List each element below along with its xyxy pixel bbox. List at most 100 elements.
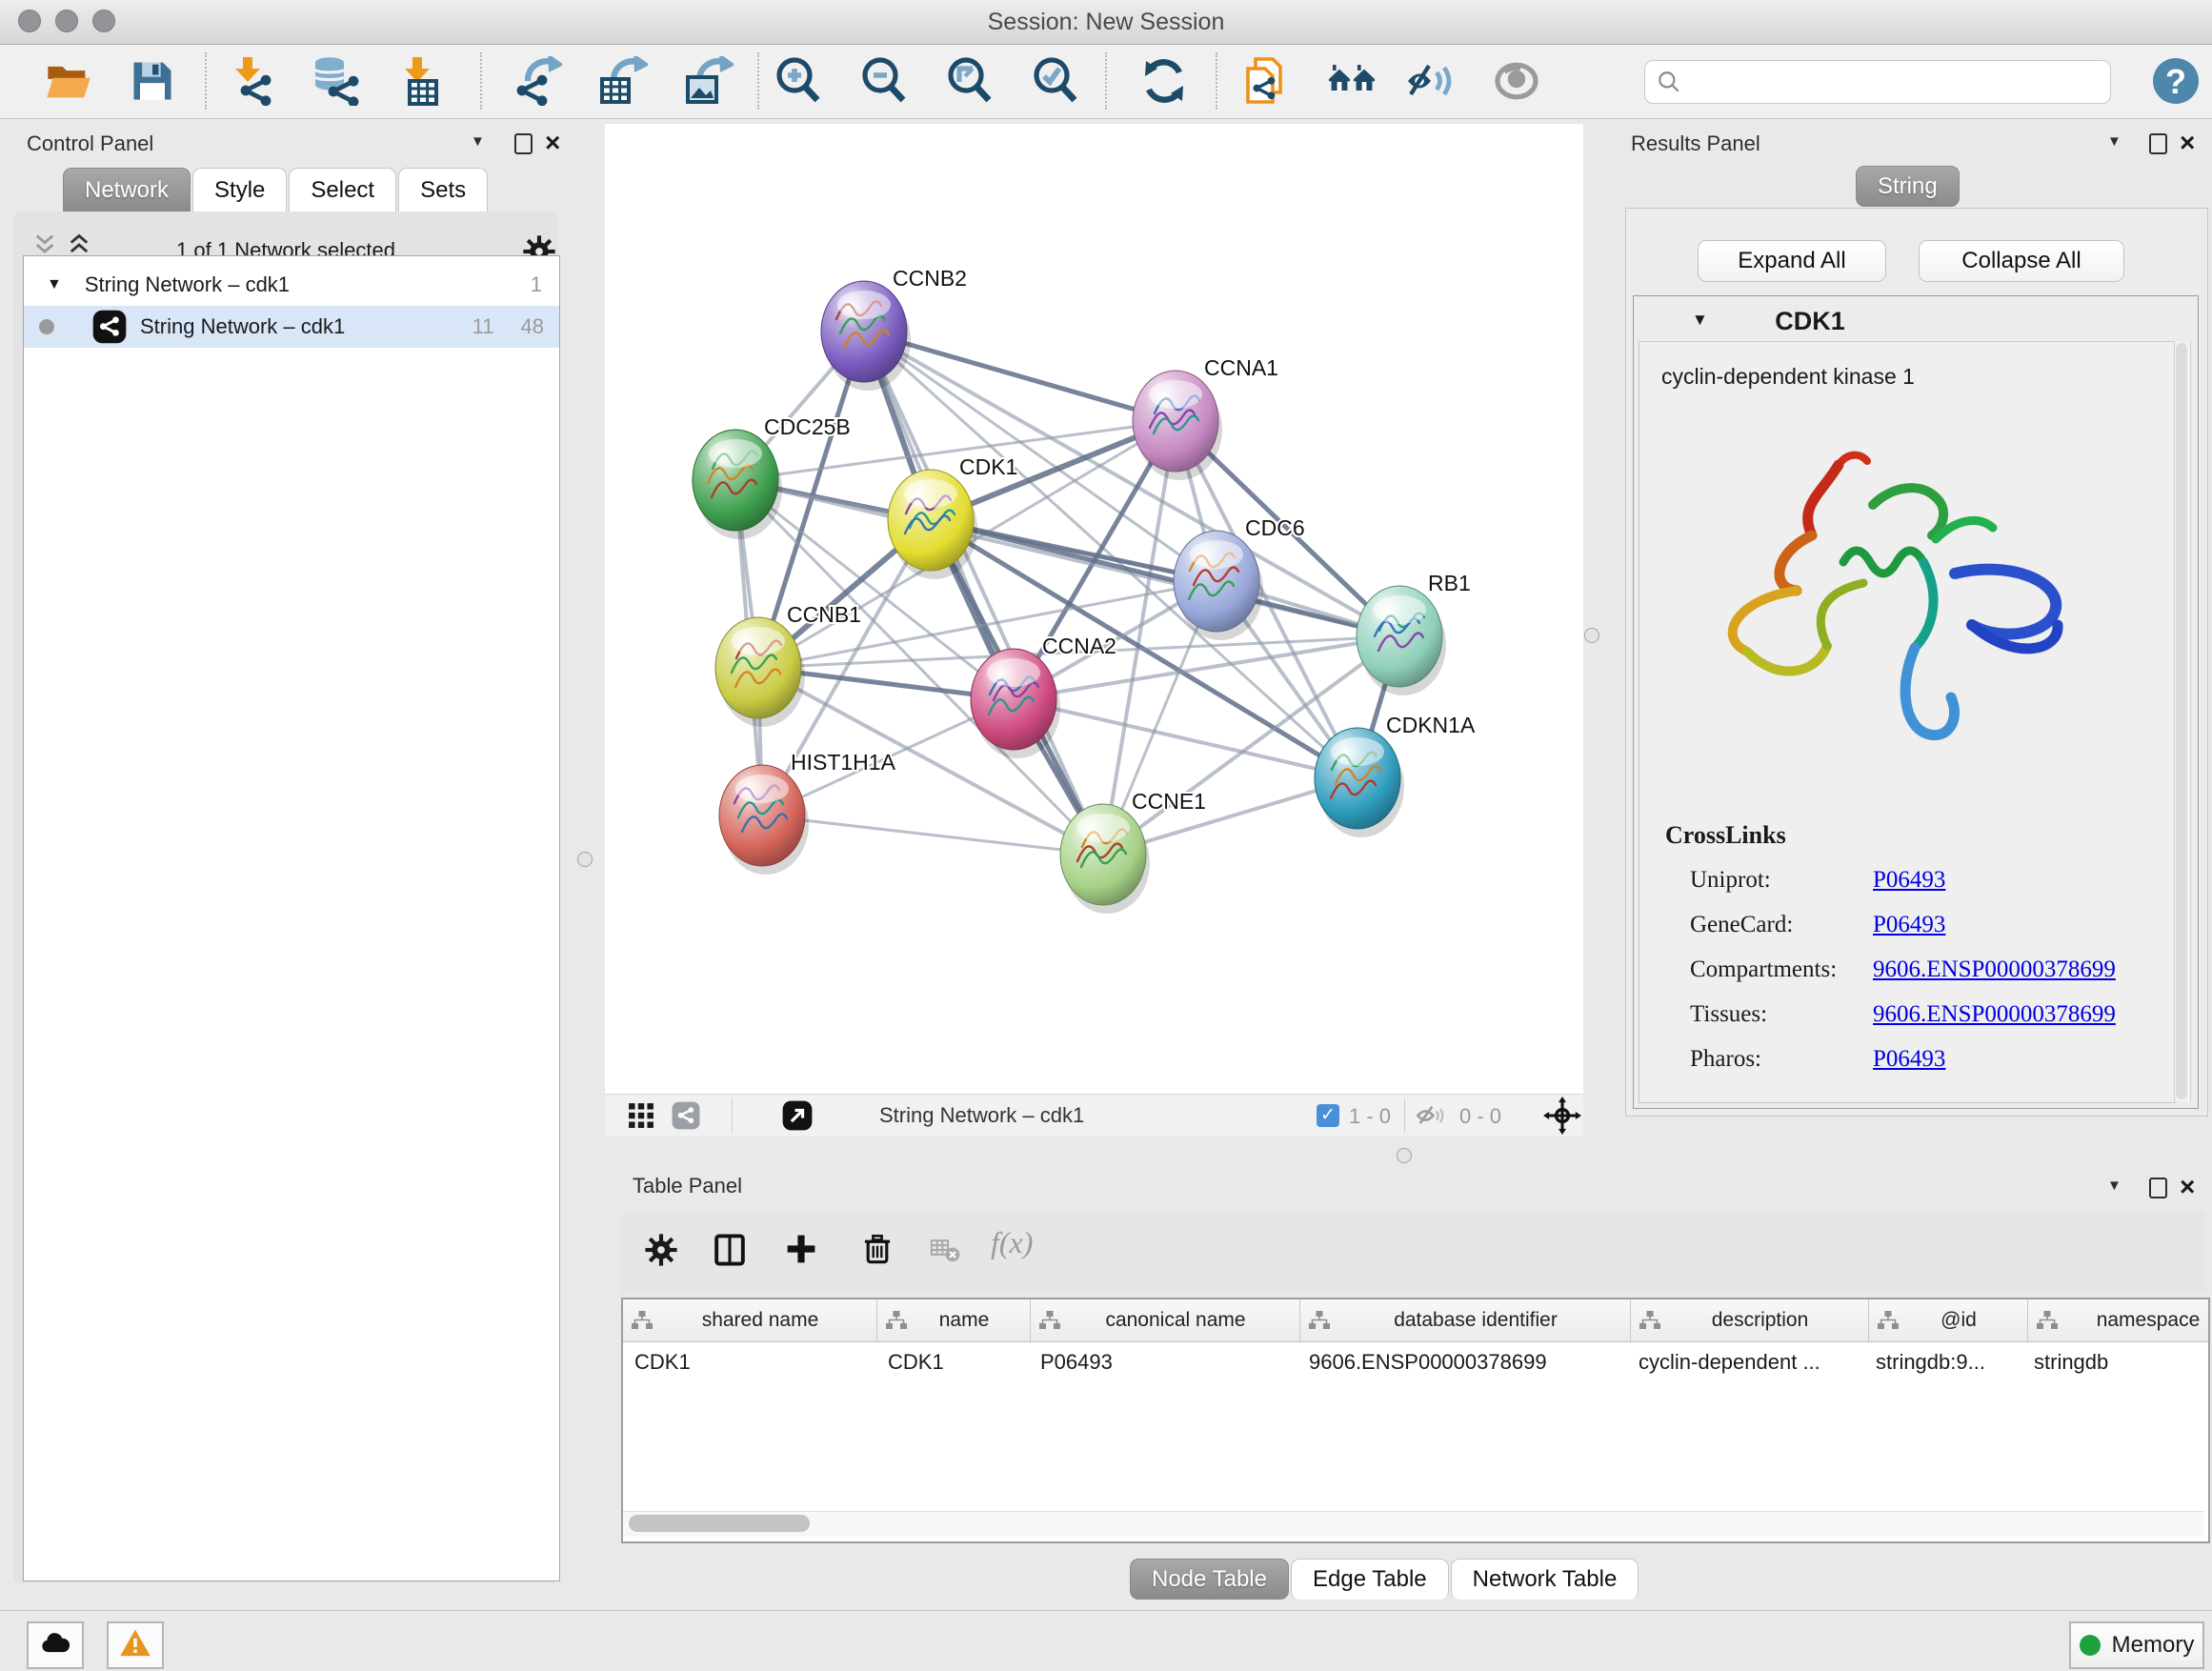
table-cell[interactable]: stringdb:9... — [1864, 1350, 2022, 1375]
homology-icon[interactable] — [1326, 54, 1379, 108]
bottom-splitter-handle[interactable] — [1397, 1148, 1412, 1163]
control-panel-float-icon[interactable] — [514, 133, 533, 154]
tab-network-table[interactable]: Network Table — [1451, 1559, 1639, 1600]
column-header--id[interactable]: @id — [1869, 1299, 2028, 1341]
collection-collapse-icon[interactable]: ▼ — [47, 276, 62, 293]
table-cell[interactable]: stringdb — [2022, 1350, 2210, 1375]
export-table-icon[interactable] — [596, 54, 650, 108]
add-column-icon[interactable] — [785, 1233, 817, 1270]
crosslink-link[interactable]: 9606.ENSP00000378699 — [1873, 1001, 2116, 1028]
network-row-selected[interactable]: String Network – cdk1 11 48 — [24, 306, 559, 348]
tab-sets[interactable]: Sets — [398, 168, 488, 212]
selected-checkbox-icon[interactable]: ✓ — [1317, 1104, 1339, 1127]
show-columns-icon[interactable] — [713, 1233, 747, 1272]
hide-unhide-icon[interactable] — [1404, 54, 1458, 108]
apply-layout-icon[interactable] — [1137, 54, 1191, 108]
show-graphics-icon[interactable] — [1490, 54, 1543, 108]
results-panel-close-icon[interactable]: × — [2180, 133, 2195, 152]
function-builder-icon[interactable]: f(x) — [991, 1225, 1033, 1260]
zoom-fit-icon[interactable] — [943, 54, 996, 108]
network-edge[interactable] — [762, 815, 1103, 855]
crosslink-link[interactable]: 9606.ENSP00000378699 — [1873, 956, 2116, 983]
cloud-status-button[interactable] — [27, 1621, 84, 1669]
crosslink-link[interactable]: P06493 — [1873, 867, 1945, 894]
table-cell[interactable]: P06493 — [1029, 1350, 1297, 1375]
crosslink-link[interactable]: P06493 — [1873, 912, 1945, 938]
delete-table-icon[interactable] — [930, 1237, 960, 1268]
control-panel-close-icon[interactable]: × — [545, 133, 560, 152]
search-box[interactable] — [1644, 60, 2111, 104]
tab-edge-table[interactable]: Edge Table — [1291, 1559, 1449, 1600]
table-cell[interactable]: 9606.ENSP00000378699 — [1297, 1350, 1627, 1375]
node-RB1[interactable]: RB1 — [1357, 571, 1471, 695]
string-import-icon[interactable] — [1240, 54, 1294, 108]
tab-style[interactable]: Style — [192, 168, 287, 212]
left-splitter-handle[interactable] — [577, 852, 593, 867]
node-CDC25B[interactable]: CDC25B — [693, 414, 851, 539]
network-overview-icon[interactable] — [672, 1101, 700, 1135]
column-header-name[interactable]: name — [877, 1299, 1031, 1341]
results-panel-float-icon[interactable] — [2149, 133, 2167, 154]
hidden-eye-icon[interactable] — [1416, 1101, 1444, 1135]
table-hscrollbar-thumb[interactable] — [629, 1515, 810, 1532]
column-header-database-identifier[interactable]: database identifier — [1300, 1299, 1631, 1341]
export-network-icon[interactable] — [511, 54, 564, 108]
table-cell[interactable]: cyclin-dependent ... — [1627, 1350, 1864, 1375]
network-edge[interactable] — [864, 332, 1176, 421]
column-type-icon — [1038, 1310, 1061, 1331]
results-panel-menu-icon[interactable]: ▼ — [2107, 133, 2122, 150]
title-bar: Session: New Session — [0, 0, 2212, 45]
gene-collapse-icon[interactable]: ▼ — [1692, 311, 1708, 330]
zoom-in-icon[interactable] — [772, 54, 825, 108]
right-splitter-handle[interactable] — [1584, 628, 1599, 643]
export-image-icon[interactable] — [682, 54, 735, 108]
network-edge[interactable] — [864, 332, 1103, 855]
node-CCNA1[interactable]: CCNA1 — [1133, 355, 1278, 480]
results-scrollbar-thumb[interactable] — [2176, 343, 2187, 1099]
import-table-icon[interactable] — [394, 54, 448, 108]
grid-view-icon[interactable] — [628, 1102, 654, 1134]
tab-string[interactable]: String — [1856, 166, 1960, 207]
network-edge[interactable] — [1014, 699, 1357, 778]
network-collection-row[interactable]: ▼ String Network – cdk1 1 — [24, 264, 559, 306]
node-CDKN1A[interactable]: CDKN1A — [1315, 713, 1476, 837]
table-hscrollbar[interactable] — [623, 1511, 2204, 1537]
node-HIST1H1A[interactable]: HIST1H1A — [719, 750, 896, 875]
column-header-shared-name[interactable]: shared name — [623, 1299, 877, 1341]
zoom-selected-icon[interactable] — [1029, 54, 1082, 108]
control-panel-menu-icon[interactable]: ▼ — [471, 133, 485, 150]
tab-node-table[interactable]: Node Table — [1130, 1559, 1289, 1600]
save-session-icon[interactable] — [126, 54, 179, 108]
column-header-description[interactable]: description — [1631, 1299, 1869, 1341]
delete-column-icon[interactable] — [861, 1233, 894, 1270]
crosslink-link[interactable]: P06493 — [1873, 1046, 1945, 1073]
node-CDC6[interactable]: CDC6 — [1174, 515, 1305, 640]
table-panel-close-icon[interactable]: × — [2180, 1178, 2195, 1197]
search-input[interactable] — [1689, 69, 2110, 95]
node-CCNB2[interactable]: CCNB2 — [821, 266, 967, 391]
table-cell[interactable]: CDK1 — [876, 1350, 1029, 1375]
network-canvas[interactable]: CCNB2CCNA1CDC25BCDK1CDC6RB1CCNB1CCNA2CDK… — [605, 124, 1583, 1094]
table-panel-menu-icon[interactable]: ▼ — [2107, 1178, 2122, 1194]
network-edge[interactable] — [931, 520, 1399, 636]
expand-all-button[interactable]: Expand All — [1698, 240, 1886, 282]
fit-content-crosshair-icon[interactable] — [1543, 1097, 1581, 1139]
collapse-all-button[interactable]: Collapse All — [1919, 240, 2124, 282]
string-network-icon — [92, 310, 127, 344]
table-row[interactable]: CDK1CDK1P064939606.ENSP00000378699cyclin… — [623, 1342, 2210, 1382]
tab-select[interactable]: Select — [289, 168, 396, 212]
table-panel-float-icon[interactable] — [2149, 1178, 2167, 1198]
help-icon[interactable]: ? — [2149, 54, 2202, 108]
memory-button[interactable]: Memory — [2069, 1621, 2204, 1669]
table-options-gear-icon[interactable] — [644, 1233, 678, 1272]
column-header-canonical-name[interactable]: canonical name — [1031, 1299, 1300, 1341]
zoom-out-icon[interactable] — [857, 54, 911, 108]
import-database-icon[interactable] — [309, 54, 362, 108]
column-header-namespace[interactable]: namespace — [2028, 1299, 2210, 1341]
birdseye-view-icon[interactable] — [782, 1100, 813, 1136]
table-cell[interactable]: CDK1 — [623, 1350, 876, 1375]
import-network-icon[interactable] — [225, 54, 278, 108]
tab-network[interactable]: Network — [63, 168, 191, 212]
open-session-icon[interactable] — [42, 54, 95, 108]
warnings-button[interactable] — [107, 1621, 164, 1669]
